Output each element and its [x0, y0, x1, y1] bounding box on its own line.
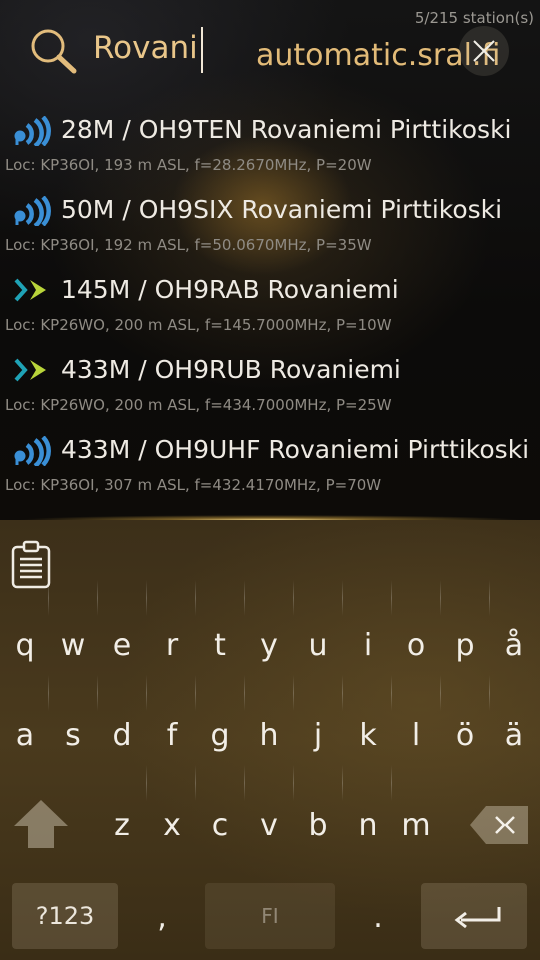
station-detail: Loc: KP26WO, 200 m ASL, f=145.7000MHz, P…	[5, 316, 392, 334]
backspace-icon[interactable]	[468, 804, 530, 846]
station-detail: Loc: KP36OI, 307 m ASL, f=432.4170MHz, P…	[5, 476, 382, 494]
shift-key-icon[interactable]	[12, 798, 70, 850]
list-item[interactable]: 433M / OH9UHF Rovaniemi Pirttikoski Loc:…	[0, 424, 540, 504]
text-cursor	[201, 27, 203, 73]
list-item[interactable]: 50M / OH9SIX Rovaniemi Pirttikoski Loc: …	[0, 184, 540, 264]
key-f[interactable]: f	[147, 718, 197, 753]
key-h[interactable]: h	[244, 718, 294, 753]
key-a-ring[interactable]: å	[489, 628, 539, 663]
key-p[interactable]: p	[440, 628, 490, 663]
space-key[interactable]: FI	[205, 883, 335, 949]
station-detail: Loc: KP36OI, 192 m ASL, f=50.0670MHz, P=…	[5, 236, 372, 254]
key-separator	[244, 675, 245, 711]
key-separator	[391, 580, 392, 616]
close-icon	[473, 40, 495, 62]
key-u[interactable]: u	[293, 628, 343, 663]
key-y[interactable]: y	[244, 628, 294, 663]
enter-icon	[454, 907, 501, 929]
chevron-icon	[14, 358, 46, 382]
wifi-icon	[14, 116, 51, 146]
key-o-umlaut[interactable]: ö	[440, 718, 490, 753]
key-period[interactable]: .	[353, 900, 403, 935]
key-g[interactable]: g	[195, 718, 245, 753]
search-icon	[31, 29, 77, 74]
key-i[interactable]: i	[343, 628, 393, 663]
key-x[interactable]: x	[147, 808, 197, 843]
key-s[interactable]: s	[48, 718, 98, 753]
results-panel: 5/215 station(s) Rovani automatic.sral.f…	[0, 0, 540, 520]
station-title: 145M / OH9RAB Rovaniemi	[61, 275, 399, 304]
key-w[interactable]: w	[48, 628, 98, 663]
key-separator	[489, 675, 490, 711]
key-b[interactable]: b	[293, 808, 343, 843]
key-v[interactable]: v	[244, 808, 294, 843]
key-z[interactable]: z	[97, 808, 147, 843]
key-o[interactable]: o	[391, 628, 441, 663]
virtual-keyboard: q w e r t y u i o p å a s d f g h j k l …	[0, 520, 540, 960]
key-r[interactable]: r	[147, 628, 197, 663]
key-separator	[391, 675, 392, 711]
key-separator	[146, 765, 147, 801]
key-separator	[97, 675, 98, 711]
key-separator	[342, 765, 343, 801]
key-separator	[97, 580, 98, 616]
search-input[interactable]: Rovani	[93, 30, 198, 66]
key-k[interactable]: k	[343, 718, 393, 753]
key-a[interactable]: a	[0, 718, 50, 753]
key-j[interactable]: j	[293, 718, 343, 753]
wifi-icon	[14, 196, 51, 226]
key-separator	[244, 765, 245, 801]
station-title: 433M / OH9RUB Rovaniemi	[61, 355, 401, 384]
chevron-icon	[14, 278, 46, 302]
key-a-umlaut[interactable]: ä	[489, 718, 539, 753]
key-l[interactable]: l	[391, 718, 441, 753]
key-separator	[48, 580, 49, 616]
station-title: 28M / OH9TEN Rovaniemi Pirttikoski	[61, 115, 512, 144]
key-q[interactable]: q	[0, 628, 50, 663]
key-e[interactable]: e	[97, 628, 147, 663]
station-detail: Loc: KP26WO, 200 m ASL, f=434.7000MHz, P…	[5, 396, 392, 414]
station-title: 50M / OH9SIX Rovaniemi Pirttikoski	[61, 195, 503, 224]
key-separator	[391, 765, 392, 801]
station-count: 5/215 station(s)	[414, 9, 534, 27]
key-separator	[195, 675, 196, 711]
key-separator	[146, 675, 147, 711]
key-separator	[293, 580, 294, 616]
clear-search-button[interactable]	[459, 26, 509, 76]
key-comma[interactable]: ,	[137, 900, 187, 935]
symbols-key[interactable]: ?123	[12, 883, 118, 949]
list-item[interactable]: 433M / OH9RUB Rovaniemi Loc: KP26WO, 200…	[0, 344, 540, 424]
key-m[interactable]: m	[391, 808, 441, 843]
key-separator	[489, 580, 490, 616]
list-item[interactable]: 145M / OH9RAB Rovaniemi Loc: KP26WO, 200…	[0, 264, 540, 344]
key-d[interactable]: d	[97, 718, 147, 753]
key-separator	[342, 580, 343, 616]
key-separator	[195, 580, 196, 616]
enter-key[interactable]	[421, 883, 527, 949]
station-title: 433M / OH9UHF Rovaniemi Pirttikoski	[61, 435, 530, 464]
key-separator	[293, 765, 294, 801]
key-separator	[293, 675, 294, 711]
key-n[interactable]: n	[343, 808, 393, 843]
key-separator	[195, 765, 196, 801]
key-separator	[48, 675, 49, 711]
key-t[interactable]: t	[195, 628, 245, 663]
station-detail: Loc: KP36OI, 193 m ASL, f=28.2670MHz, P=…	[5, 156, 372, 174]
key-separator	[146, 580, 147, 616]
key-separator	[440, 580, 441, 616]
key-separator	[440, 675, 441, 711]
wifi-icon	[14, 436, 51, 466]
key-separator	[342, 675, 343, 711]
key-separator	[244, 580, 245, 616]
key-c[interactable]: c	[195, 808, 245, 843]
list-item[interactable]: 28M / OH9TEN Rovaniemi Pirttikoski Loc: …	[0, 104, 540, 184]
